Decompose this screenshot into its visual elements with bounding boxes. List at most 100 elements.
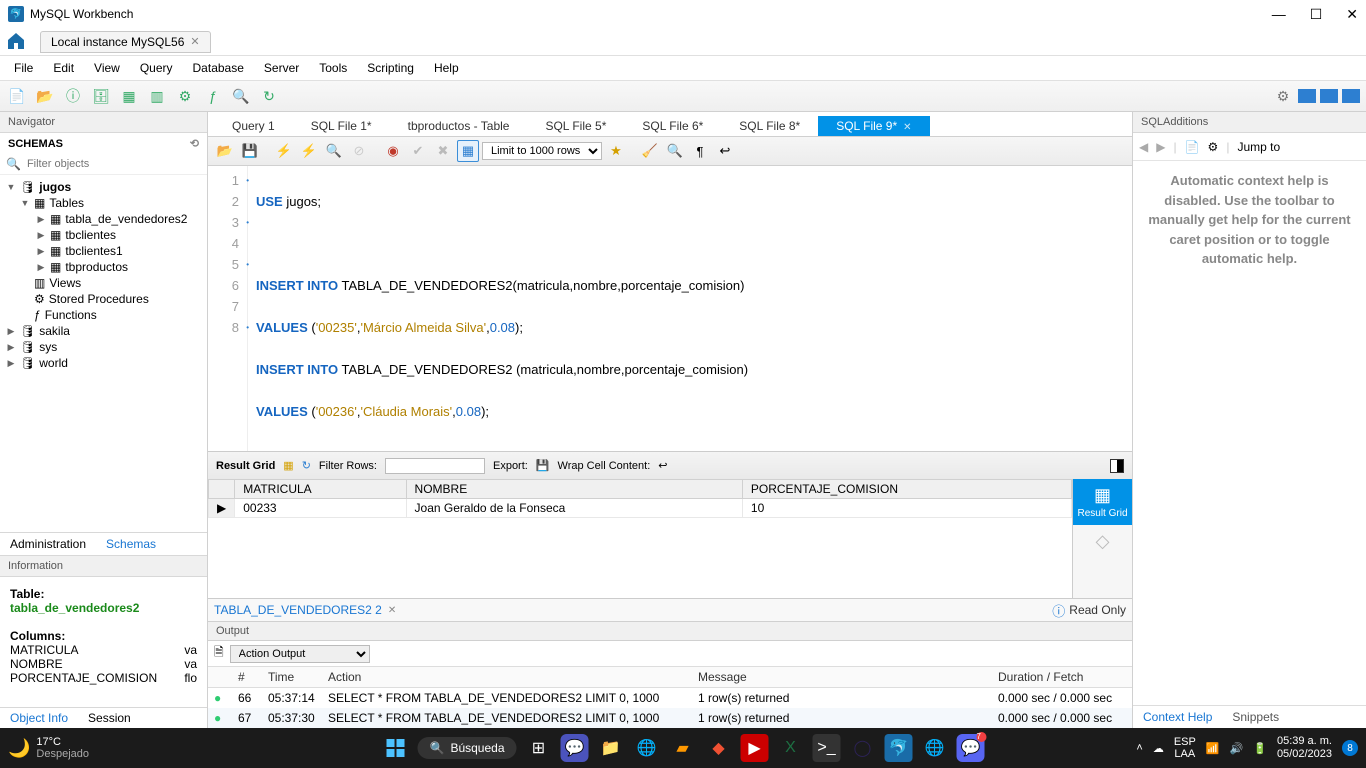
close-button[interactable]: ✕	[1346, 6, 1358, 23]
excel-icon[interactable]: X	[777, 734, 805, 762]
menu-view[interactable]: View	[84, 58, 130, 78]
tree-item-db[interactable]: ▶🛢world	[0, 355, 207, 371]
tab-snippets[interactable]: Snippets	[1222, 706, 1289, 728]
new-schema-icon[interactable]: 🗄	[90, 85, 112, 107]
tray-chevron-icon[interactable]: ˄	[1136, 742, 1142, 754]
chrome-icon[interactable]: 🌐	[921, 734, 949, 762]
auto-help-icon[interactable]: ⚙	[1208, 140, 1219, 154]
find-icon[interactable]: 🔍	[664, 140, 686, 162]
result-tab[interactable]: TABLA_DE_VENDEDORES2 2	[214, 603, 382, 617]
new-view-icon[interactable]: ▥	[146, 85, 168, 107]
workbench-icon[interactable]: 🐬	[885, 734, 913, 762]
col-header[interactable]: PORCENTAJE_COMISION	[742, 480, 1071, 499]
table-row[interactable]: ▶ 00233 Joan Geraldo de la Fonseca 10	[209, 499, 1072, 518]
execute-step-icon[interactable]: ⚡	[298, 140, 320, 162]
tree-item-table[interactable]: ▶▦tbproductos	[0, 259, 207, 275]
beautify-icon[interactable]: 🧹	[639, 140, 661, 162]
menu-scripting[interactable]: Scripting	[357, 58, 424, 78]
menu-query[interactable]: Query	[130, 58, 183, 78]
col-header[interactable]: MATRICULA	[235, 480, 406, 499]
autocommit-icon[interactable]: ▦	[457, 140, 479, 162]
search-icon[interactable]: 🔍	[230, 85, 252, 107]
terminal-icon[interactable]: >_	[813, 734, 841, 762]
git-icon[interactable]: ◆	[705, 734, 733, 762]
side-result-grid[interactable]: ▦Result Grid	[1073, 479, 1132, 525]
inspector-icon[interactable]: ⓘ	[62, 85, 84, 107]
save-file-icon[interactable]: 💾	[239, 140, 261, 162]
search-box[interactable]: 🔍Búsqueda	[418, 737, 517, 759]
output-icon[interactable]: 🗎	[214, 643, 224, 664]
tree-item-table[interactable]: ▶▦tabla_de_vendedores2	[0, 211, 207, 227]
tree-item-views[interactable]: ▥Views	[0, 275, 207, 291]
refresh-icon[interactable]: ⟲	[190, 137, 199, 150]
wrap-icon[interactable]: ↩	[714, 140, 736, 162]
menu-database[interactable]: Database	[183, 58, 254, 78]
favorite-icon[interactable]: ★	[605, 140, 627, 162]
sublime-icon[interactable]: ▰	[669, 734, 697, 762]
explain-icon[interactable]: 🔍	[323, 140, 345, 162]
wrap-toggle-icon[interactable]: ↩	[658, 459, 667, 472]
weather-widget[interactable]: 🌙 17°C Despejado	[8, 736, 89, 760]
result-grid[interactable]: MATRICULA NOMBRE PORCENTAJE_COMISION ▶ 0…	[208, 479, 1072, 598]
tree-item-table[interactable]: ▶▦tbclientes1	[0, 243, 207, 259]
lang-indicator[interactable]: ESPLAA	[1174, 736, 1196, 760]
task-view-icon[interactable]: ⊞	[525, 734, 553, 762]
file-tab[interactable]: SQL File 8*	[721, 116, 818, 136]
file-tab[interactable]: SQL File 5*	[527, 116, 624, 136]
editor-code[interactable]: USE jugos; INSERT INTO TABLA_DE_VENDEDOR…	[248, 166, 1132, 451]
layout-right-icon[interactable]	[1342, 89, 1360, 103]
volume-icon[interactable]: 🔊	[1230, 742, 1244, 755]
onedrive-icon[interactable]: ☁	[1153, 742, 1164, 755]
wifi-icon[interactable]: 📶	[1206, 742, 1220, 755]
invisible-icon[interactable]: ¶	[689, 140, 711, 162]
export-icon[interactable]: 💾	[536, 459, 550, 472]
menu-edit[interactable]: Edit	[43, 58, 84, 78]
close-icon[interactable]: ✕	[388, 605, 396, 616]
tree-item-fn[interactable]: ƒFunctions	[0, 307, 207, 323]
start-icon[interactable]	[382, 734, 410, 762]
open-file-icon[interactable]: 📂	[214, 140, 236, 162]
rollback-icon[interactable]: ✖	[432, 140, 454, 162]
close-icon[interactable]: ✕	[190, 35, 199, 48]
file-tab-active[interactable]: SQL File 9*✕	[818, 116, 929, 136]
stop-icon[interactable]: ⊘	[348, 140, 370, 162]
eclipse-icon[interactable]: ◯	[849, 734, 877, 762]
menu-help[interactable]: Help	[424, 58, 469, 78]
file-tab[interactable]: Query 1	[214, 116, 293, 136]
notification-icon[interactable]: 8	[1342, 740, 1358, 756]
maximize-button[interactable]: ☐	[1310, 6, 1323, 23]
col-header[interactable]: NOMBRE	[406, 480, 742, 499]
open-sql-icon[interactable]: 📂	[34, 85, 56, 107]
filter-input[interactable]	[25, 156, 201, 172]
limit-select[interactable]: Limit to 1000 rows	[482, 142, 602, 160]
explorer-icon[interactable]: 📁	[597, 734, 625, 762]
home-icon[interactable]	[6, 32, 28, 52]
grid-icon[interactable]: ▦	[283, 459, 293, 472]
clock[interactable]: 05:39 a. m. 05/02/2023	[1277, 735, 1332, 761]
new-fn-icon[interactable]: ƒ	[202, 85, 224, 107]
filter-rows-input[interactable]	[385, 458, 485, 474]
tree-item-db[interactable]: ▶🛢sys	[0, 339, 207, 355]
new-table-icon[interactable]: ▦	[118, 85, 140, 107]
new-sql-tab-icon[interactable]: 📄	[6, 85, 28, 107]
tree-item-db[interactable]: ▼🛢jugos	[0, 179, 207, 195]
tree-item-table[interactable]: ▶▦tbclientes	[0, 227, 207, 243]
refresh-icon[interactable]: ↻	[302, 459, 311, 472]
app-icon[interactable]: ▶	[741, 734, 769, 762]
teams-icon[interactable]: 💬	[561, 734, 589, 762]
layout-bottom-icon[interactable]	[1320, 89, 1338, 103]
output-row[interactable]: ● 6705:37:30SELECT * FROM TABLA_DE_VENDE…	[208, 708, 1132, 728]
battery-icon[interactable]: 🔋	[1253, 742, 1267, 755]
help-icon[interactable]: 📄	[1185, 140, 1200, 154]
execute-icon[interactable]: ⚡	[273, 140, 295, 162]
settings-gear-icon[interactable]: ⚙	[1272, 85, 1294, 107]
layout-left-icon[interactable]	[1298, 89, 1316, 103]
minimize-button[interactable]: —	[1272, 6, 1286, 23]
forward-icon[interactable]: ▶	[1156, 140, 1165, 154]
tree-item-tables[interactable]: ▼▦Tables	[0, 195, 207, 211]
close-icon[interactable]: ✕	[903, 122, 911, 133]
tab-administration[interactable]: Administration	[0, 533, 96, 555]
menu-tools[interactable]: Tools	[309, 58, 357, 78]
sql-editor[interactable]: 12345678 USE jugos; INSERT INTO TABLA_DE…	[208, 166, 1132, 451]
connection-tab[interactable]: Local instance MySQL56 ✕	[40, 31, 211, 53]
